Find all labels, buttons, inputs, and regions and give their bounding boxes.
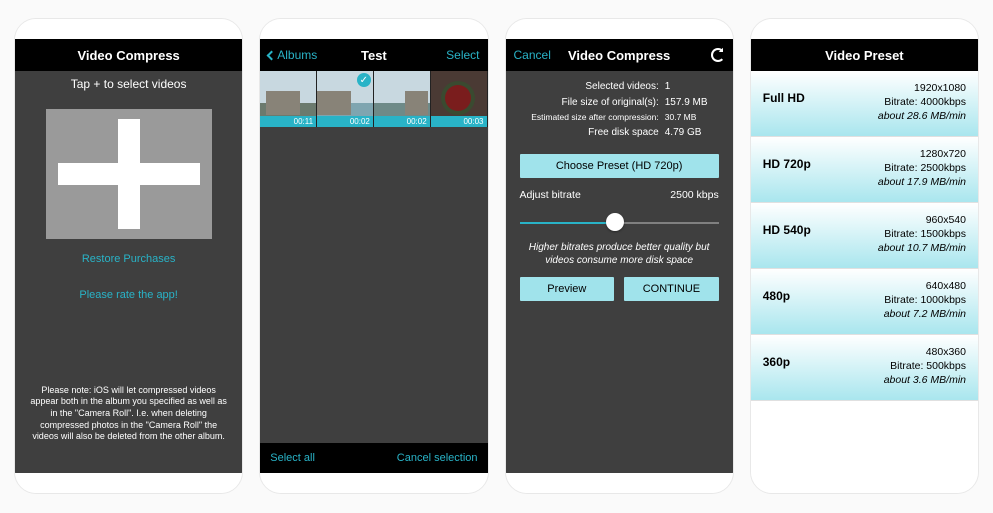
preset-rate: about 10.7 MB/min [878, 241, 966, 255]
restore-purchases-link[interactable]: Restore Purchases [15, 253, 242, 265]
choose-preset-button[interactable]: Choose Preset (HD 720p) [520, 154, 719, 178]
preset-info: 640x480Bitrate: 1000kbpsabout 7.2 MB/min [884, 279, 966, 322]
nav-title: Video Compress [77, 48, 179, 63]
preset-info: 1920x1080Bitrate: 4000kbpsabout 28.6 MB/… [878, 81, 966, 124]
preset-row[interactable]: 360p 480x360Bitrate: 500kbpsabout 3.6 MB/… [751, 335, 978, 401]
back-button[interactable]: Albums [268, 39, 317, 71]
cancel-button[interactable]: Cancel [514, 39, 551, 71]
duration-badge: 00:03 [431, 116, 487, 127]
duration-badge: 00:11 [260, 116, 316, 127]
status-bar [506, 19, 733, 39]
footer-note: Please note: iOS will let compressed vid… [15, 385, 242, 443]
refresh-icon [711, 48, 725, 62]
duration-badge: 00:02 [374, 116, 430, 127]
continue-button[interactable]: CONTINUE [624, 277, 719, 301]
freedisk-value: 4.79 GB [665, 125, 719, 141]
preset-name: HD 540p [763, 213, 811, 237]
freedisk-label: Free disk space [588, 125, 659, 141]
home-indicator [15, 473, 242, 493]
preset-info: 960x540Bitrate: 1500kbpsabout 10.7 MB/mi… [878, 213, 966, 256]
video-thumbnail[interactable]: 00:11 [260, 71, 317, 127]
preset-row[interactable]: HD 540p 960x540Bitrate: 1500kbpsabout 10.… [751, 203, 978, 269]
preset-resolution: 1280x720 [878, 147, 966, 161]
add-videos-button[interactable] [46, 109, 212, 239]
rate-app-link[interactable]: Please rate the app! [15, 289, 242, 301]
preset-bitrate: Bitrate: 1500kbps [878, 227, 966, 241]
phone-4-presets: Video Preset Full HD 1920x1080Bitrate: 40… [750, 18, 979, 494]
bitrate-note: Higher bitrates produce better quality b… [506, 241, 733, 267]
select-instruction: Tap + to select videos [15, 71, 242, 95]
selected-value: 1 [665, 79, 719, 95]
video-thumbnail[interactable]: 00:02 [374, 71, 431, 127]
cancel-selection-button[interactable]: Cancel selection [397, 452, 478, 464]
preset-resolution: 480x360 [884, 345, 966, 359]
video-thumbnail[interactable]: 00:03 [431, 71, 488, 127]
preset-name: Full HD [763, 81, 805, 105]
preset-info: 1280x720Bitrate: 2500kbpsabout 17.9 MB/m… [878, 147, 966, 190]
duration-badge: 00:02 [317, 116, 373, 127]
select-all-button[interactable]: Select all [270, 452, 315, 464]
preset-resolution: 960x540 [878, 213, 966, 227]
home-indicator [260, 473, 487, 493]
chevron-left-icon [267, 50, 277, 60]
phone-1-home: Video Compress Tap + to select videos Re… [14, 18, 243, 494]
preset-row[interactable]: HD 720p 1280x720Bitrate: 2500kbpsabout 17… [751, 137, 978, 203]
status-bar [751, 19, 978, 39]
estsize-label: Estimated size after compression: [531, 111, 659, 125]
video-thumbnail[interactable]: ✓ 00:02 [317, 71, 374, 127]
selected-check-icon: ✓ [357, 73, 371, 87]
preset-list: Full HD 1920x1080Bitrate: 4000kbpsabout 2… [751, 71, 978, 401]
slider-knob[interactable] [606, 213, 624, 231]
status-bar [260, 19, 487, 39]
preset-row[interactable]: 480p 640x480Bitrate: 1000kbpsabout 7.2 MB… [751, 269, 978, 335]
selected-label: Selected videos: [585, 79, 658, 95]
estsize-value: 30.7 MB [665, 111, 719, 125]
thumbnail-grid: 00:11 ✓ 00:02 00:02 00:03 [260, 71, 487, 127]
status-bar [15, 19, 242, 39]
nav-bar: Cancel Video Compress [506, 39, 733, 71]
preset-bitrate: Bitrate: 2500kbps [878, 161, 966, 175]
phone-3-compress: Cancel Video Compress Selected videos: 1 … [505, 18, 734, 494]
preset-name: HD 720p [763, 147, 811, 171]
bitrate-row: Adjust bitrate 2500 kbps [506, 185, 733, 205]
preset-name: 360p [763, 345, 790, 369]
preview-button[interactable]: Preview [520, 277, 615, 301]
nav-title: Test [361, 48, 387, 63]
nav-title: Video Preset [825, 48, 904, 63]
preset-info: 480x360Bitrate: 500kbpsabout 3.6 MB/min [884, 345, 966, 388]
nav-title: Video Compress [568, 48, 670, 63]
preset-row[interactable]: Full HD 1920x1080Bitrate: 4000kbpsabout 2… [751, 71, 978, 137]
filesize-label: File size of original(s): [561, 95, 658, 111]
bottom-toolbar: Select all Cancel selection [260, 443, 487, 473]
preset-bitrate: Bitrate: 1000kbps [884, 293, 966, 307]
phone-2-album: Albums Test Select 00:11 ✓ 00:02 00:02 0… [259, 18, 488, 494]
preset-name: 480p [763, 279, 790, 303]
bitrate-value: 2500 kbps [670, 189, 718, 201]
preset-rate: about 7.2 MB/min [884, 307, 966, 321]
adjust-bitrate-label: Adjust bitrate [520, 189, 581, 201]
preset-rate: about 28.6 MB/min [878, 109, 966, 123]
home-indicator [506, 473, 733, 493]
nav-bar: Video Preset [751, 39, 978, 71]
bitrate-slider[interactable] [520, 213, 719, 231]
filesize-value: 157.9 MB [665, 95, 719, 111]
preset-bitrate: Bitrate: 4000kbps [878, 95, 966, 109]
nav-bar: Video Compress [15, 39, 242, 71]
preset-resolution: 640x480 [884, 279, 966, 293]
home-indicator [751, 473, 978, 493]
refresh-button[interactable] [711, 39, 725, 71]
nav-bar: Albums Test Select [260, 39, 487, 71]
info-panel: Selected videos: 1 File size of original(… [506, 71, 733, 147]
select-button[interactable]: Select [446, 39, 479, 71]
preset-rate: about 3.6 MB/min [884, 373, 966, 387]
back-label: Albums [277, 48, 317, 62]
preset-resolution: 1920x1080 [878, 81, 966, 95]
plus-icon [118, 119, 140, 229]
preset-bitrate: Bitrate: 500kbps [884, 359, 966, 373]
preset-rate: about 17.9 MB/min [878, 175, 966, 189]
slider-track-fill [520, 222, 616, 224]
